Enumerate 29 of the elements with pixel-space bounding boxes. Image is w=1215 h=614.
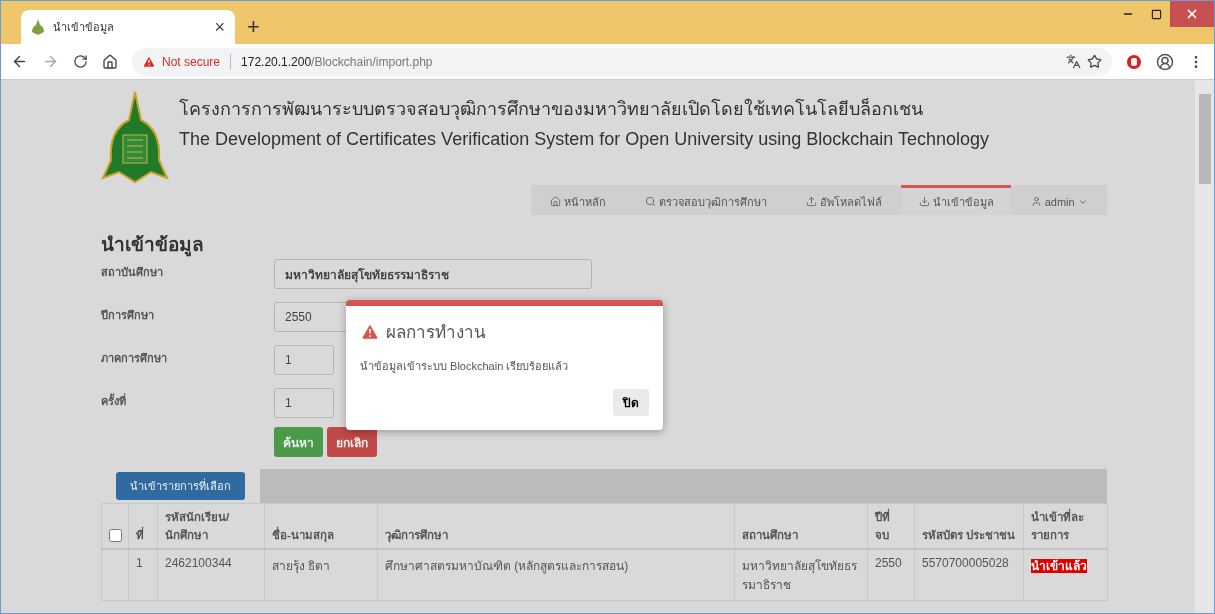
tab-title: นำเข้าข้อมูล (53, 20, 115, 36)
page-heading: นำเข้าข้อมูล (101, 233, 205, 259)
column-header: นำเข้าที่ละ รายการ (1023, 503, 1108, 549)
table-cell: 2462100344 (157, 549, 265, 601)
column-header: วุฒิการศึกษา (377, 503, 735, 549)
dialog-title: ผลการทำงาน (386, 322, 486, 344)
column-header: ปีที่ จบ (867, 503, 915, 549)
dialog-message: นำข้อมูลเข้าระบบ Blockchain เรียบร้อยแล้ว (360, 359, 570, 375)
column-header: สถานศึกษา (734, 503, 868, 549)
url-host: 172.20.1.200 (241, 54, 312, 69)
field-label: ภาคการศึกษา (101, 351, 168, 366)
table-cell: ศึกษาศาสตรมหาบัณฑิต (หลักสูตรและการสอน) (377, 549, 735, 601)
table-cell: สายรุ้ง ธิตา (264, 549, 378, 601)
column-header: รหัสนักเรียน/ นักศึกษา (157, 503, 265, 549)
column-header: รหัสบัตร ประชาชน (914, 503, 1024, 549)
field-label: ครั้งที่ (101, 392, 127, 409)
security-label: Not secure (162, 54, 221, 69)
column-header: ที่ (128, 503, 158, 549)
table-cell: 2550 (867, 549, 915, 601)
status-label: นำเข้าแล้ว (1031, 559, 1087, 573)
table-cell: 5570700005028 (914, 549, 1024, 601)
field-label: สถาบันศึกษา (101, 265, 164, 280)
column-header: ชื่อ-นามสกุล (264, 503, 378, 549)
field-label: ปีการศึกษา (101, 308, 155, 323)
table-cell: มหาวิทยาลัยสุโขทัยธร รมาธิราช (734, 549, 868, 601)
site-title-english: The Development of Certificates Verification System for Open University using Blockchain Technology (179, 129, 990, 150)
table-cell: 1 (128, 549, 158, 601)
site-title-thai: โครงการการพัฒนาระบบตรวจสอบวุฒิการศึกษาของมหาวิทยาลัยเปิดโดยใช้เทคโนโลยีบล็อกเชน (179, 97, 924, 122)
url-path: /Blockchain/import.php (311, 54, 433, 69)
